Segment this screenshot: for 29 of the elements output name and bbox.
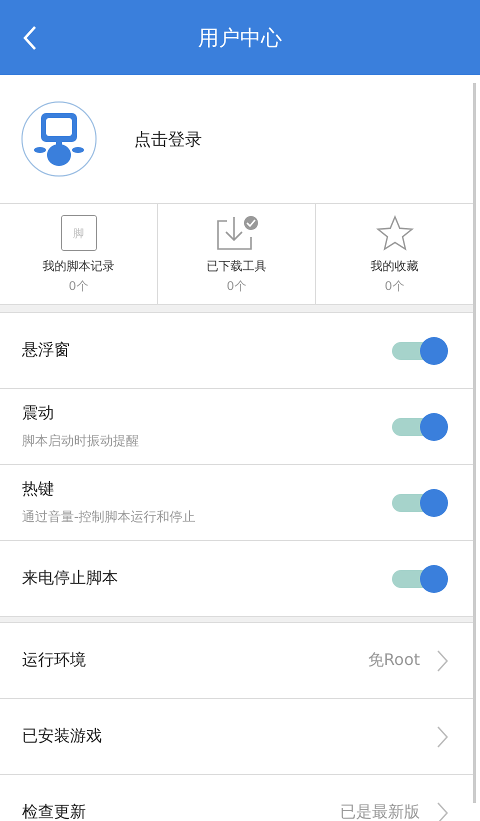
page-title: 用户中心 (198, 24, 282, 52)
toggle-switch[interactable] (392, 564, 448, 592)
menu-item-value: 已是最新版 (340, 802, 420, 821)
setting-hint: 通过音量-控制脚本运行和停止 (22, 509, 196, 526)
menu-item-label[interactable]: 检查更新 (22, 802, 86, 821)
menu-item-label[interactable]: 已安装游戏 (22, 726, 102, 747)
setting-label: 悬浮窗 (22, 340, 70, 361)
chevron-right-icon (436, 800, 448, 821)
menu-item-value: 免Root (368, 650, 420, 671)
back-icon[interactable] (22, 25, 38, 51)
menu-item-label[interactable]: 运行环境 (22, 650, 86, 671)
stat-tile[interactable]: 已下载工具 0个 (158, 204, 316, 304)
script-folder-icon: 脚 (60, 215, 96, 251)
stat-tile[interactable]: 我的收藏 0个 (316, 204, 473, 304)
star-icon (376, 215, 414, 251)
stat-tile[interactable]: 脚 我的脚本记录 0个 (0, 204, 158, 304)
scrollbar[interactable] (473, 83, 476, 803)
avatar-icon[interactable] (21, 101, 97, 177)
setting-label: 震动 (22, 403, 55, 424)
login-link[interactable]: 点击登录 (134, 128, 202, 150)
setting-label: 来电停止脚本 (22, 568, 118, 589)
chevron-right-icon (436, 648, 448, 672)
setting-hint: 脚本启动时振动提醒 (22, 433, 139, 450)
toggle-switch[interactable] (392, 488, 448, 516)
setting-label: 热键 (22, 479, 55, 500)
download-tray-icon (214, 215, 258, 251)
toggle-switch[interactable] (392, 412, 448, 440)
chevron-right-icon (436, 724, 448, 748)
toggle-switch[interactable] (392, 336, 448, 364)
